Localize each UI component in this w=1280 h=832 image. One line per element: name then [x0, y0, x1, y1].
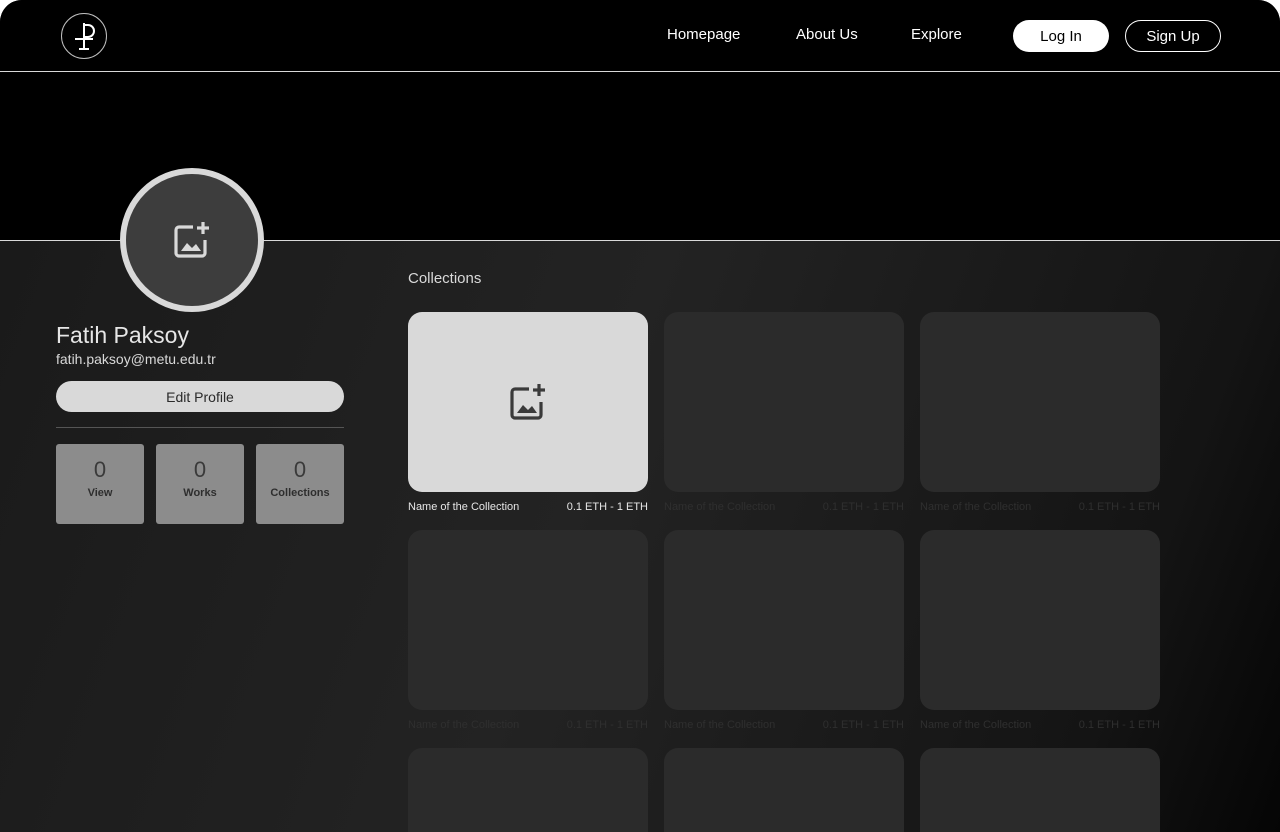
p-monogram-icon[interactable]: [61, 13, 107, 59]
app-frame: Homepage About Us Explore Log In Sign Up…: [0, 0, 1280, 832]
collection-name: Name of the Collection: [664, 501, 776, 513]
collection-price: 0.1 ETH - 1 ETH: [822, 501, 904, 513]
collection-caption: Name of the Collection 0.1 ETH - 1 ETH: [408, 501, 648, 515]
collection-caption: Name of the Collection 0.1 ETH - 1 ETH: [664, 501, 904, 515]
stat-label: Collections: [270, 487, 330, 499]
collection-price: 0.1 ETH - 1 ETH: [1078, 501, 1160, 513]
add-image-icon: [174, 222, 209, 258]
stat-label: Works: [183, 487, 217, 499]
collection-caption: Name of the Collection 0.1 ETH - 1 ETH: [664, 719, 904, 733]
stat-value: 0: [193, 457, 207, 482]
stat-works: 0 Works: [156, 444, 244, 524]
collection-card[interactable]: [664, 530, 904, 710]
collection-caption: Name of the Collection 0.1 ETH - 1 ETH: [920, 719, 1160, 733]
edit-profile-button[interactable]: Edit Profile: [56, 381, 344, 412]
collection-card[interactable]: [664, 312, 904, 492]
collection-caption: Name of the Collection 0.1 ETH - 1 ETH: [408, 719, 648, 733]
collection-card[interactable]: [408, 530, 648, 710]
collection-price: 0.1 ETH - 1 ETH: [822, 719, 904, 731]
collection-name: Name of the Collection: [920, 501, 1032, 513]
stat-collections: 0 Collections: [256, 444, 344, 524]
nav-homepage[interactable]: Homepage: [667, 26, 740, 43]
collection-card[interactable]: [664, 748, 904, 832]
collection-name: Name of the Collection: [408, 719, 520, 731]
stat-value: 0: [93, 457, 107, 482]
profile-email: fatih.paksoy@metu.edu.tr: [56, 351, 216, 367]
login-button[interactable]: Log In: [1013, 20, 1109, 52]
nav-about-us[interactable]: About Us: [796, 26, 858, 43]
collection-card-add[interactable]: [408, 312, 648, 492]
stat-value: 0: [293, 457, 307, 482]
collection-price: 0.1 ETH - 1 ETH: [566, 501, 648, 513]
profile-name: Fatih Paksoy: [56, 322, 189, 348]
stat-view: 0 View: [56, 444, 144, 524]
collection-name: Name of the Collection: [408, 501, 520, 513]
collection-card[interactable]: [920, 530, 1160, 710]
profile-avatar[interactable]: [120, 168, 264, 312]
collection-price: 0.1 ETH - 1 ETH: [1078, 719, 1160, 731]
profile-divider: [56, 427, 344, 428]
collection-name: Name of the Collection: [664, 719, 776, 731]
add-image-icon: [510, 384, 545, 420]
collection-card[interactable]: [920, 312, 1160, 492]
collection-name: Name of the Collection: [920, 719, 1032, 731]
top-navbar: Homepage About Us Explore Log In Sign Up: [0, 0, 1280, 72]
collection-caption: Name of the Collection 0.1 ETH - 1 ETH: [920, 501, 1160, 515]
collection-card[interactable]: [920, 748, 1160, 832]
signup-button[interactable]: Sign Up: [1125, 20, 1221, 52]
nav-explore[interactable]: Explore: [911, 26, 962, 43]
stat-label: View: [87, 487, 113, 499]
collections-title: Collections: [408, 270, 482, 287]
collection-price: 0.1 ETH - 1 ETH: [566, 719, 648, 731]
collection-card[interactable]: [408, 748, 648, 832]
